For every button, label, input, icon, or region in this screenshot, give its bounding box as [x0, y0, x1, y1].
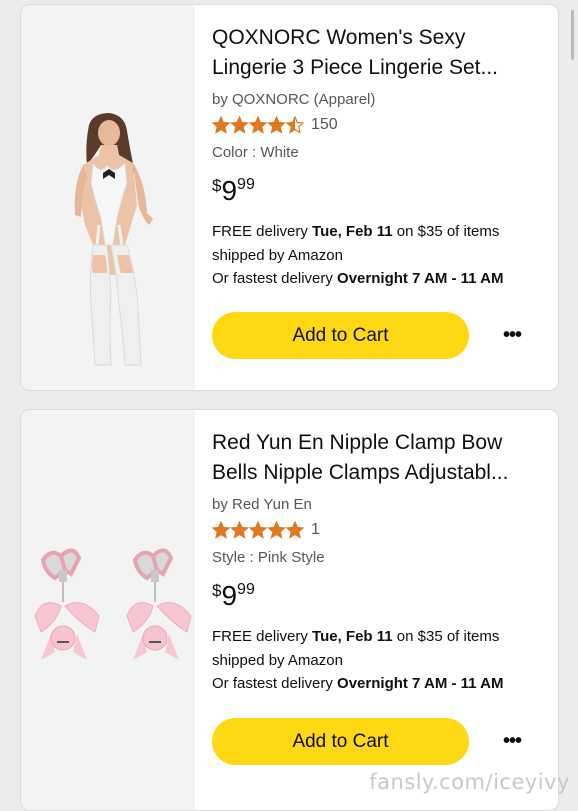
add-to-cart-button[interactable]: Add to Cart: [212, 718, 469, 765]
fastest-prefix: Or fastest delivery: [212, 270, 338, 287]
delivery-prefix: FREE delivery: [212, 628, 313, 645]
delivery-date: Tue, Feb 11: [312, 628, 393, 645]
delivery-info: FREE delivery Tue, Feb 11 on $35 of item…: [212, 625, 540, 696]
product-info-1: QOXNORC Women's Sexy Lingerie 3 Piece Li…: [212, 5, 540, 291]
product-byline: by Red Yun En: [212, 496, 312, 513]
product-info-2: Red Yun En Nipple Clamp Bow Bells Nipple…: [212, 410, 540, 696]
star-rating-icon: [212, 521, 304, 539]
product-image-1[interactable]: [21, 5, 195, 390]
more-options-icon[interactable]: •••: [499, 730, 525, 753]
price-fraction: 99: [237, 176, 255, 193]
more-options-icon[interactable]: •••: [499, 324, 525, 347]
fastest-window: Overnight 7 AM - 11 AM: [337, 270, 504, 287]
product-title-line-1[interactable]: Red Yun En Nipple Clamp Bow: [212, 428, 540, 458]
delivery-line-3: Or fastest delivery Overnight 7 AM - 11 …: [212, 267, 540, 291]
rating-row[interactable]: 1: [212, 519, 540, 541]
product-title-line-2[interactable]: Bells Nipple Clamps Adjustabl...: [212, 458, 540, 488]
product-price: $ 9 99: [212, 578, 540, 611]
price-whole: 9: [221, 580, 238, 611]
price-fraction: 99: [237, 581, 255, 598]
price-symbol: $: [212, 581, 222, 600]
delivery-line-2: shipped by Amazon: [212, 651, 343, 669]
rating-count[interactable]: 150: [311, 116, 338, 134]
price-whole: 9: [221, 175, 238, 206]
action-row-2: Add to Cart •••: [212, 718, 540, 765]
delivery-info: FREE delivery Tue, Feb 11 on $35 of item…: [212, 220, 540, 291]
star-rating-icon: [212, 116, 304, 134]
product-price: $ 9 99: [212, 173, 540, 206]
product-variant: Style : Pink Style: [212, 549, 325, 566]
product-title-line-2[interactable]: Lingerie 3 Piece Lingerie Set...: [212, 53, 540, 83]
product-variant: Color : White: [212, 144, 299, 161]
product-image-2[interactable]: [21, 410, 195, 810]
delivery-line-1: FREE delivery Tue, Feb 11 on $35 of item…: [212, 625, 540, 649]
nipple-clamp-product-image: [34, 548, 192, 660]
fastest-prefix: Or fastest delivery: [212, 675, 338, 692]
delivery-date: Tue, Feb 11: [312, 223, 393, 240]
add-to-cart-button[interactable]: Add to Cart: [212, 312, 469, 359]
delivery-prefix: FREE delivery: [212, 223, 313, 240]
scrollbar[interactable]: [571, 10, 574, 60]
watermark: fansly.com/iceyivy: [369, 770, 570, 794]
rating-row[interactable]: 150: [212, 114, 540, 136]
delivery-line-1: FREE delivery Tue, Feb 11 on $35 of item…: [212, 220, 540, 244]
product-card-2[interactable]: Red Yun En Nipple Clamp Bow Bells Nipple…: [20, 409, 559, 811]
product-title-line-1[interactable]: QOXNORC Women's Sexy: [212, 23, 540, 53]
product-title[interactable]: Red Yun En Nipple Clamp Bow Bells Nipple…: [212, 428, 540, 488]
delivery-threshold: on $35 of items: [392, 223, 500, 240]
product-card-1[interactable]: QOXNORC Women's Sexy Lingerie 3 Piece Li…: [20, 4, 559, 391]
delivery-threshold: on $35 of items: [392, 628, 500, 645]
product-title[interactable]: QOXNORC Women's Sexy Lingerie 3 Piece Li…: [212, 23, 540, 83]
rating-count[interactable]: 1: [311, 521, 320, 539]
product-byline: by QOXNORC (Apparel): [212, 91, 376, 108]
delivery-line-3: Or fastest delivery Overnight 7 AM - 11 …: [212, 672, 540, 696]
price-symbol: $: [212, 176, 222, 195]
action-row-1: Add to Cart •••: [212, 312, 540, 359]
delivery-line-2: shipped by Amazon: [212, 246, 343, 264]
fastest-window: Overnight 7 AM - 11 AM: [337, 675, 504, 692]
lingerie-product-image: [74, 113, 153, 366]
